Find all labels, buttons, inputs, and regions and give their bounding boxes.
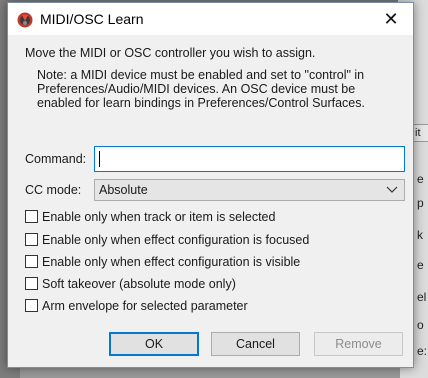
close-button[interactable]: ✕ [369, 3, 413, 35]
checkbox[interactable] [25, 210, 38, 223]
checkbox[interactable] [25, 299, 38, 312]
background-text-fragment: p [417, 196, 424, 210]
checkbox-label: Enable only when effect configuration is… [42, 232, 310, 247]
background-text-fragment: k [417, 228, 423, 242]
note-text: Note: a MIDI device must be enabled and … [37, 68, 403, 110]
checkbox-label: Enable only when effect configuration is… [42, 254, 301, 269]
checkbox-label: Enable only when track or item is select… [42, 209, 276, 224]
checkbox[interactable] [25, 277, 38, 290]
background-text-fragment: el [417, 290, 427, 304]
background-text-fragment: e [417, 172, 424, 186]
checkbox-label: Soft takeover (absolute mode only) [42, 276, 236, 291]
command-label: Command: [25, 152, 87, 166]
checkbox[interactable] [25, 233, 38, 246]
cancel-button[interactable]: Cancel [211, 332, 300, 356]
checkbox-arm-envelope[interactable]: Arm envelope for selected parameter [25, 298, 248, 313]
background-text-fragment: e [417, 258, 424, 272]
note-line: Note: a MIDI device must be enabled and … [37, 68, 365, 82]
chevron-down-icon [386, 186, 398, 193]
checkbox-fx-visible[interactable]: Enable only when effect configuration is… [25, 254, 300, 269]
ok-button[interactable]: OK [109, 332, 199, 356]
instruction-text: Move the MIDI or OSC controller you wish… [25, 46, 316, 60]
remove-button[interactable]: Remove [314, 332, 403, 356]
note-line: enabled for learn bindings in Preference… [37, 96, 365, 110]
checkbox-soft-takeover[interactable]: Soft takeover (absolute mode only) [25, 276, 236, 291]
command-input[interactable] [94, 146, 405, 172]
checkbox[interactable] [25, 255, 38, 268]
checkbox-fx-focused[interactable]: Enable only when effect configuration is… [25, 232, 309, 247]
note-line: Preferences/Audio/MIDI devices. An OSC d… [37, 82, 356, 96]
window-title: MIDI/OSC Learn [40, 11, 144, 27]
text-caret [99, 151, 100, 167]
title-bar[interactable]: MIDI/OSC Learn ✕ [8, 3, 413, 35]
checkbox-track-selected[interactable]: Enable only when track or item is select… [25, 209, 275, 224]
midi-osc-learn-dialog: MIDI/OSC Learn ✕ Move the MIDI or OSC co… [7, 2, 414, 368]
checkbox-label: Arm envelope for selected parameter [42, 298, 248, 313]
reaper-app-icon [17, 12, 33, 28]
cc-mode-select[interactable]: Absolute [94, 179, 405, 201]
close-icon: ✕ [383, 8, 399, 29]
background-text-fragment: e: [417, 344, 428, 358]
cc-mode-value: Absolute [99, 183, 148, 197]
background-text-fragment: o [417, 318, 424, 332]
background-tab: it [412, 124, 428, 142]
cc-mode-label: CC mode: [25, 183, 82, 197]
